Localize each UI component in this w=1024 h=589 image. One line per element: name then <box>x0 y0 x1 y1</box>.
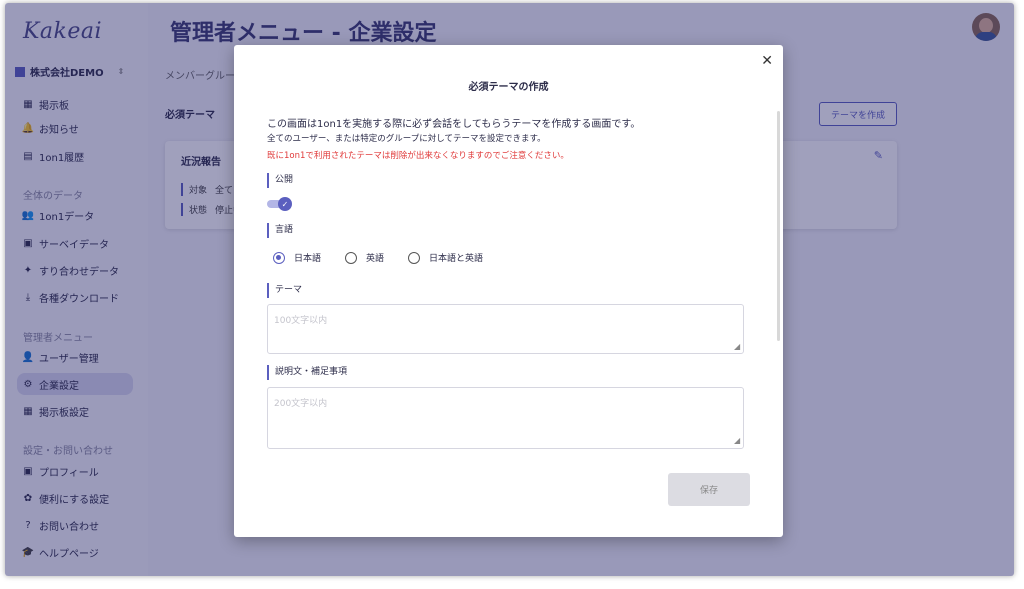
public-toggle[interactable]: ✓ <box>267 197 293 211</box>
public-label: 公開 <box>267 173 293 188</box>
app-window: Kakeai 株式会社DEMO ⇕ ▦ 掲示板 🔔 お知らせ ▤ 1on1履歴 … <box>5 3 1014 576</box>
modal-title: 必須テーマの作成 <box>468 82 549 93</box>
radio-label: 英語 <box>366 254 385 264</box>
language-label: 言語 <box>267 223 293 238</box>
radio-japanese[interactable]: 日本語 <box>273 251 321 264</box>
theme-input[interactable] <box>267 304 744 354</box>
modal-description: この画面は1on1を実施する際に必ず会話をしてもらうテーマを作成する画面です。 <box>267 119 641 130</box>
modal-warning: 既に1on1で利用されたテーマは削除が出来なくなりますのでご注意ください。 <box>267 151 569 161</box>
modal-description-sub: 全てのユーザー、または特定のグループに対してテーマを設定できます。 <box>267 134 546 144</box>
notes-input[interactable] <box>267 387 744 449</box>
theme-label: テーマ <box>267 283 302 298</box>
radio-english[interactable]: 英語 <box>345 251 384 264</box>
radio-dot <box>408 251 421 264</box>
radio-dot <box>345 251 358 264</box>
resize-grip-icon[interactable]: ◢ <box>734 342 740 351</box>
check-icon: ✓ <box>278 197 292 211</box>
radio-label: 日本語と英語 <box>429 254 484 264</box>
close-icon[interactable]: ✕ <box>761 53 773 69</box>
radio-dot <box>273 251 285 264</box>
create-theme-modal: ✕ 必須テーマの作成 この画面は1on1を実施する際に必ず会話をしてもらうテーマ… <box>234 45 783 537</box>
radio-japanese-and-english[interactable]: 日本語と英語 <box>408 251 483 264</box>
save-button[interactable]: 保存 <box>668 473 750 506</box>
resize-grip-icon[interactable]: ◢ <box>734 436 740 445</box>
language-radio-group: 日本語 英語 日本語と英語 <box>273 251 507 264</box>
notes-label: 説明文・補足事項 <box>267 365 347 380</box>
modal-scrollbar[interactable] <box>777 111 780 341</box>
radio-label: 日本語 <box>294 254 322 264</box>
